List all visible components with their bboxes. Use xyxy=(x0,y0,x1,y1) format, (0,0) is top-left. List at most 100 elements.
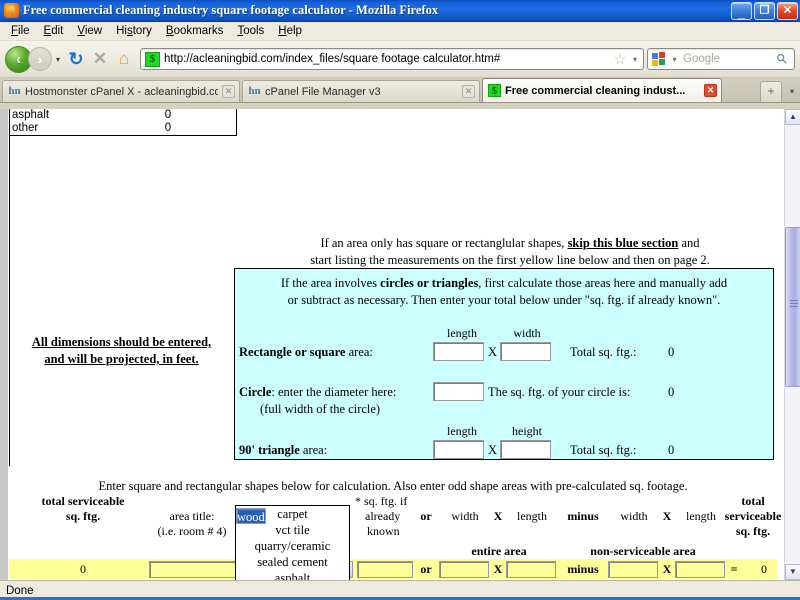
circle-label: Circle: enter the diameter here: xyxy=(239,385,396,400)
header-line1: * sq. ftg. if xyxy=(355,494,408,508)
menu-bookmarks[interactable]: Bookmarks xyxy=(159,24,231,39)
tab-label: cPanel File Manager v3 xyxy=(265,85,381,98)
circles-triangles-panel: If the area involves circles or triangle… xyxy=(234,268,774,460)
chevron-down-icon[interactable]: ▾ xyxy=(629,55,641,64)
table-row: other 0 xyxy=(10,122,236,135)
area-title-input[interactable] xyxy=(149,561,239,578)
page-left-gutter xyxy=(0,109,8,580)
dropdown-option-sealed-cement[interactable]: sealed cement xyxy=(236,554,349,570)
tab-close-icon[interactable]: ✕ xyxy=(704,84,717,97)
tab-square-footage-calculator[interactable]: $ Free commercial cleaning indust... ✕ xyxy=(482,78,722,102)
scroll-down-icon[interactable]: ▼ xyxy=(785,564,800,580)
rect-length-label: length xyxy=(447,326,477,340)
forward-button-icon[interactable]: › xyxy=(28,47,52,71)
search-engine-chevron-icon[interactable]: ▾ xyxy=(669,55,680,64)
triangle-total-label: Total sq. ftg.: xyxy=(570,443,637,457)
triangle-length-input[interactable] xyxy=(433,440,484,459)
history-dropdown-icon[interactable]: ▾ xyxy=(52,55,64,64)
header-minus: minus xyxy=(567,509,599,523)
rect-label: Rectangle or square area: xyxy=(239,345,373,360)
dimensions-note-line2: and will be projected, in feet. xyxy=(44,352,199,366)
circle-result-label: The sq. ftg. of your circle is: xyxy=(488,385,631,399)
nonserviceable-length-input[interactable] xyxy=(675,561,725,578)
minimize-button[interactable]: _ xyxy=(731,1,752,20)
dropdown-option-quarry-ceramic[interactable]: quarry/ceramic xyxy=(236,538,349,554)
surface-name: other xyxy=(12,122,39,134)
triangle-height-input[interactable] xyxy=(500,440,551,459)
bookmark-star-icon[interactable]: ☆ xyxy=(611,51,629,68)
search-input[interactable]: Google xyxy=(680,53,772,65)
triangle-total-value: 0 xyxy=(668,443,675,457)
rect-width-input[interactable] xyxy=(500,342,551,361)
header-x-2: X xyxy=(662,509,672,523)
triangle-label-bold: 90' triangle xyxy=(239,443,300,457)
tab-cpanel-file-manager[interactable]: hn cPanel File Manager v3 ✕ xyxy=(242,80,480,102)
or-label: or xyxy=(420,562,432,576)
reload-icon[interactable]: ↻ xyxy=(64,47,88,71)
entire-width-input[interactable] xyxy=(439,561,489,578)
firefox-window: Free commercial cleaning industry square… xyxy=(0,0,800,600)
intro-c: , first calculate those areas here and m… xyxy=(478,276,728,290)
rect-label-rest: area: xyxy=(345,345,373,359)
tab-close-icon[interactable]: ✕ xyxy=(222,85,235,98)
rect-length-input[interactable] xyxy=(433,342,484,361)
search-icon[interactable]: ⚲ xyxy=(769,46,794,71)
url-bar[interactable]: $ http://acleaningbid.com/index_files/sq… xyxy=(140,48,644,70)
close-button[interactable]: ✕ xyxy=(777,1,798,20)
menu-help[interactable]: Help xyxy=(271,24,309,39)
scroll-up-icon[interactable]: ▲ xyxy=(785,109,800,125)
rect-multiply-symbol: X xyxy=(488,345,498,359)
table-row: 0⌵orXminusX=0 xyxy=(9,559,777,580)
header-line1: total serviceable xyxy=(41,494,125,508)
triangle-label: 90' triangle area: xyxy=(239,443,327,458)
circle-label-rest: : enter the diameter here: xyxy=(271,385,397,399)
table-rows: 0⌵orXminusX=00⌵orXminusX=00⌵orXminusX=00… xyxy=(9,559,777,580)
table-instructions: Enter square and rectangular shapes belo… xyxy=(98,479,688,493)
note-line2: start listing the measurements on the fi… xyxy=(310,253,710,267)
maximize-button[interactable]: ❐ xyxy=(754,1,775,20)
site-favicon-icon: $ xyxy=(488,84,501,97)
new-tab-icon[interactable]: + xyxy=(760,81,782,102)
url-input[interactable]: http://acleaningbid.com/index_files/squa… xyxy=(164,53,611,65)
scrollbar-thumb[interactable] xyxy=(785,227,800,387)
header-line2: sq. ftg. xyxy=(65,509,101,523)
menu-file[interactable]: FFileile xyxy=(4,24,37,39)
tab-bar: hn Hostmonster cPanel X - acleaningbid.c… xyxy=(0,78,800,103)
site-favicon-icon: $ xyxy=(145,51,160,67)
blue-panel-intro: If the area involves circles or triangle… xyxy=(235,269,773,309)
header-total-serviceable-right: total serviceable sq. ftg. xyxy=(721,494,785,539)
circle-result-value: 0 xyxy=(668,385,675,399)
circle-label-bold: Circle xyxy=(239,385,272,399)
header-line3: known xyxy=(367,524,400,538)
menu-tools[interactable]: Tools xyxy=(230,24,271,39)
tab-list-chevron-icon[interactable]: ▾ xyxy=(784,81,800,102)
entire-length-input[interactable] xyxy=(506,561,556,578)
status-text: Done xyxy=(6,584,34,597)
tab-close-icon[interactable]: ✕ xyxy=(462,85,475,98)
tab-label: Free commercial cleaning indust... xyxy=(505,84,686,97)
dropdown-option-asphalt[interactable]: asphalt xyxy=(236,570,349,580)
area-calculation-table: total serviceable sq. ftg. area title: (… xyxy=(9,494,781,580)
window-title: Free commercial cleaning industry square… xyxy=(23,3,439,17)
header-line3: sq. ftg. xyxy=(735,524,771,538)
title-bar: Free commercial cleaning industry square… xyxy=(0,0,800,22)
home-icon[interactable]: ⌂ xyxy=(112,47,136,71)
stop-icon[interactable]: ✕ xyxy=(88,47,112,71)
menu-history[interactable]: History xyxy=(109,24,159,39)
header-sqft-known: * sq. ftg. if already known xyxy=(355,494,419,539)
menu-edit[interactable]: Edit xyxy=(37,24,71,39)
tab-bar-controls: + ▾ xyxy=(760,81,800,102)
dropdown-option-wood[interactable]: wood xyxy=(236,508,266,524)
vertical-scrollbar[interactable]: ▲ ▼ xyxy=(784,109,800,580)
sqft-known-input[interactable] xyxy=(357,561,413,578)
search-bar[interactable]: ▾ Google ⚲ xyxy=(647,48,795,70)
cpanel-favicon-icon: hn xyxy=(8,85,21,97)
circle-diameter-input[interactable] xyxy=(433,382,484,401)
surface-name: asphalt xyxy=(12,109,50,121)
cpanel-favicon-icon: hn xyxy=(248,85,261,97)
tab-hostmonster-cpanel[interactable]: hn Hostmonster cPanel X - acleaningbid.c… xyxy=(2,80,240,102)
surface-type-dropdown-list[interactable]: carpet vct tile quarry/ceramic wood seal… xyxy=(235,505,350,580)
skip-blue-section-note: If an area only has square or rectanglul… xyxy=(240,235,780,269)
menu-view[interactable]: View xyxy=(70,24,109,39)
nonserviceable-width-input[interactable] xyxy=(608,561,658,578)
